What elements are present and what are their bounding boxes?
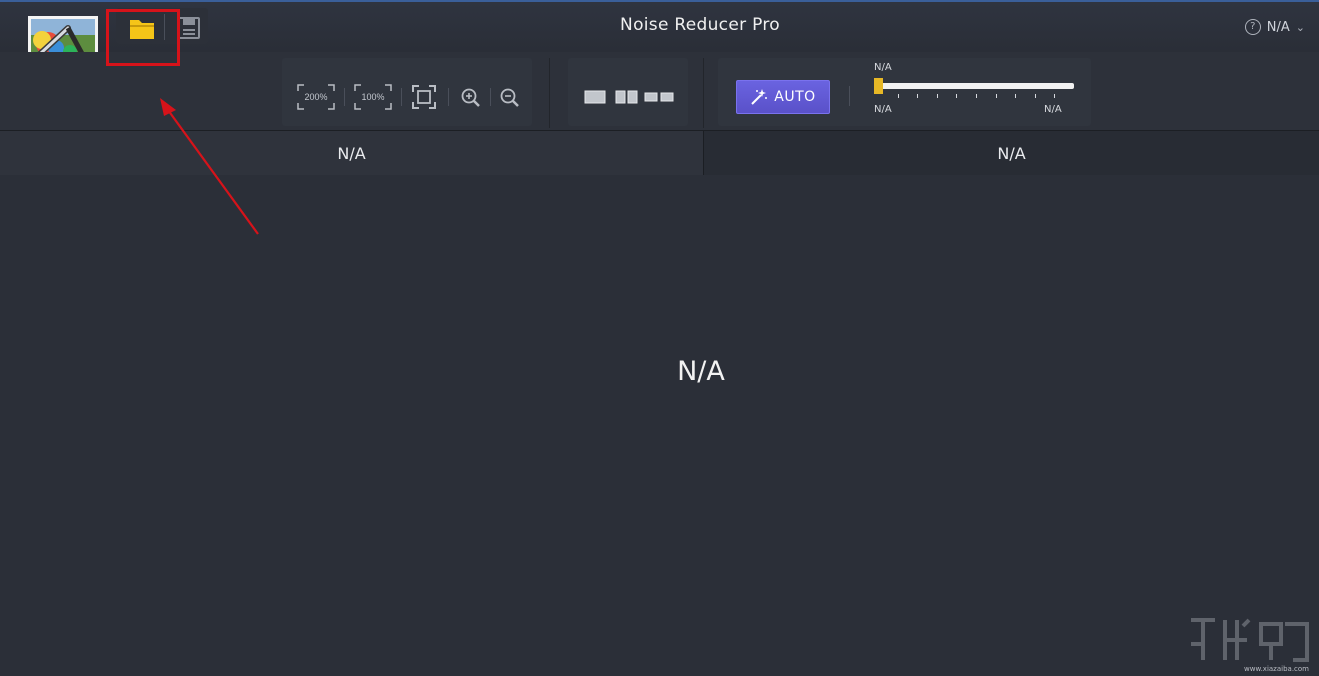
slider-tick <box>897 94 899 98</box>
slider-tick <box>1015 94 1017 98</box>
slider-tick <box>976 94 977 98</box>
noise-slider[interactable]: N/A N/A N/A <box>874 62 1076 118</box>
zoom-200-label: 200% <box>304 92 327 102</box>
help-icon[interactable]: ? <box>1244 19 1261 35</box>
divider <box>448 88 449 106</box>
slider-top-label: N/A <box>874 62 892 73</box>
annotation-highlight-box <box>106 9 180 66</box>
before-pane-label: N/A <box>0 131 704 175</box>
divider <box>401 88 402 106</box>
zoom-out-icon[interactable] <box>499 87 521 109</box>
divider <box>490 88 491 106</box>
slider-track[interactable] <box>876 83 1074 89</box>
zoom-in-icon[interactable] <box>460 87 482 109</box>
zoom-100-icon[interactable]: 100% <box>354 84 392 110</box>
zoom-200-icon[interactable]: 200% <box>297 84 335 110</box>
image-canvas[interactable]: N/A <box>0 176 1319 676</box>
chevron-down-icon: ⌄ <box>1295 20 1305 34</box>
watermark-text: www.xiazaiba.com <box>1244 665 1309 673</box>
auto-label: AUTO <box>774 89 816 105</box>
divider <box>849 86 850 106</box>
slider-tick <box>956 94 958 98</box>
slider-max-label: N/A <box>1044 104 1062 115</box>
side-by-side-icon[interactable] <box>644 92 674 102</box>
divider <box>549 58 550 128</box>
help-label: N/A <box>1266 19 1290 35</box>
slider-tick <box>1034 94 1036 98</box>
split-view-icon[interactable] <box>615 90 638 104</box>
slider-tick <box>917 94 919 98</box>
slider-tick <box>1054 94 1056 98</box>
slider-min-label: N/A <box>874 104 892 115</box>
divider <box>344 88 345 106</box>
fit-screen-icon[interactable] <box>412 85 436 109</box>
help-menu[interactable]: ? N/A ⌄ <box>1244 19 1305 35</box>
annotation-arrow-icon <box>160 98 259 235</box>
auto-button[interactable]: AUTO <box>736 80 830 114</box>
slider-thumb[interactable] <box>874 78 883 94</box>
magic-wand-icon <box>751 89 768 105</box>
canvas-message: N/A <box>677 356 725 387</box>
after-pane-label: N/A <box>704 131 1319 175</box>
watermark-logo <box>1191 618 1309 662</box>
slider-tick <box>995 94 997 98</box>
divider <box>703 58 704 128</box>
zoom-100-label: 100% <box>361 92 384 102</box>
slider-tick <box>936 94 938 98</box>
single-view-icon[interactable] <box>584 90 606 104</box>
